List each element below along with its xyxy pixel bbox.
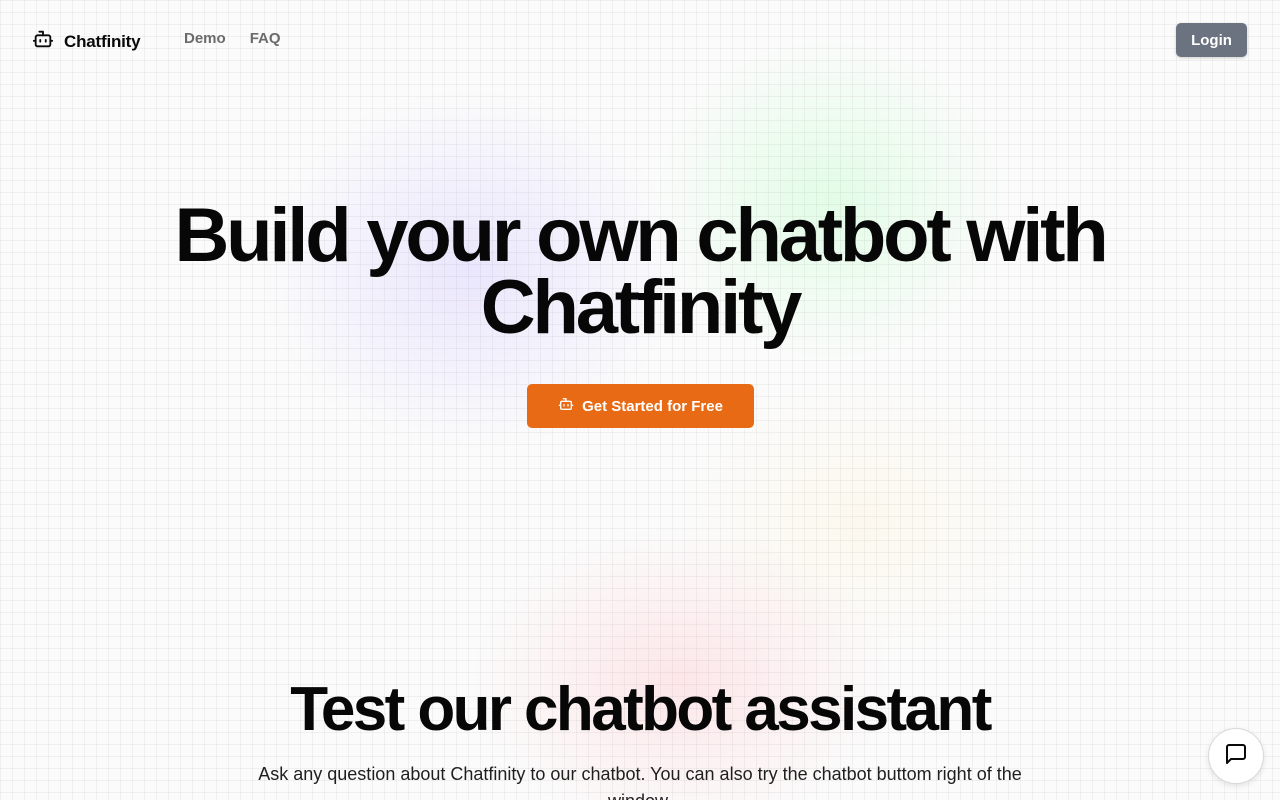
hero-title: Build your own chatbot with Chatfinity <box>0 198 1280 346</box>
message-square-icon <box>1224 742 1248 771</box>
bot-icon <box>558 396 574 416</box>
brand-name: Chatfinity <box>64 31 141 51</box>
brand-logo-link[interactable]: Chatfinity <box>32 28 141 55</box>
login-button[interactable]: Login <box>1176 23 1247 57</box>
demo-section-title: Test our chatbot assistant <box>290 675 992 744</box>
nav-link-demo[interactable]: Demo <box>184 30 226 47</box>
main-nav: Demo FAQ <box>184 30 281 47</box>
demo-section-description: Ask any question about Chatfinity to our… <box>258 764 1022 800</box>
bot-icon <box>32 28 54 55</box>
get-started-button[interactable]: Get Started for Free <box>527 384 754 428</box>
landing-page: Chatfinity Demo FAQ Login Build your own… <box>0 0 1280 800</box>
hero-title-line-2: Chatfinity <box>480 265 803 350</box>
chat-launcher-button[interactable] <box>1208 728 1264 784</box>
get-started-label: Get Started for Free <box>582 397 723 415</box>
nav-link-faq[interactable]: FAQ <box>250 30 281 47</box>
top-navbar: Chatfinity Demo FAQ Login <box>0 0 1280 80</box>
